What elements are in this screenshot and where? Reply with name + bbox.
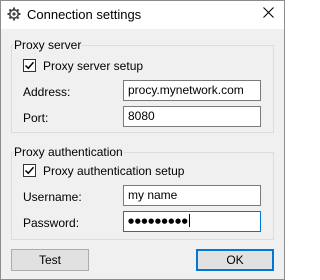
password-mask: ●●●●●●●●● [128,217,189,225]
close-icon [262,7,274,21]
port-label: Port: [23,111,49,125]
proxy-server-group-title: Proxy server [13,38,83,52]
username-input[interactable]: my name [123,185,261,206]
connection-settings-dialog: Connection settings Proxy server Proxy s… [0,0,285,280]
title-bar: Connection settings [1,1,284,29]
close-button[interactable] [256,3,280,25]
text-caret [189,214,191,227]
address-input[interactable]: procy.mynetwork.com [123,80,261,101]
password-label: Password: [23,216,80,230]
proxy-authentication-group-title: Proxy authentication [13,145,124,159]
checkmark-icon [24,166,35,175]
proxy-authentication-setup-checkbox[interactable] [23,164,36,177]
proxy-server-setup-checkbox[interactable] [23,59,36,72]
gear-icon [7,7,21,21]
proxy-server-setup-label[interactable]: Proxy server setup [43,59,143,73]
address-label: Address: [23,85,71,99]
port-input[interactable]: 8080 [123,106,261,127]
password-input[interactable]: ●●●●●●●●● [123,211,261,232]
test-button[interactable]: Test [11,249,89,271]
ok-button[interactable]: OK [196,249,274,271]
window-title: Connection settings [27,7,142,22]
proxy-authentication-setup-label[interactable]: Proxy authentication setup [43,164,184,178]
checkmark-icon [24,61,35,70]
username-label: Username: [23,190,82,204]
